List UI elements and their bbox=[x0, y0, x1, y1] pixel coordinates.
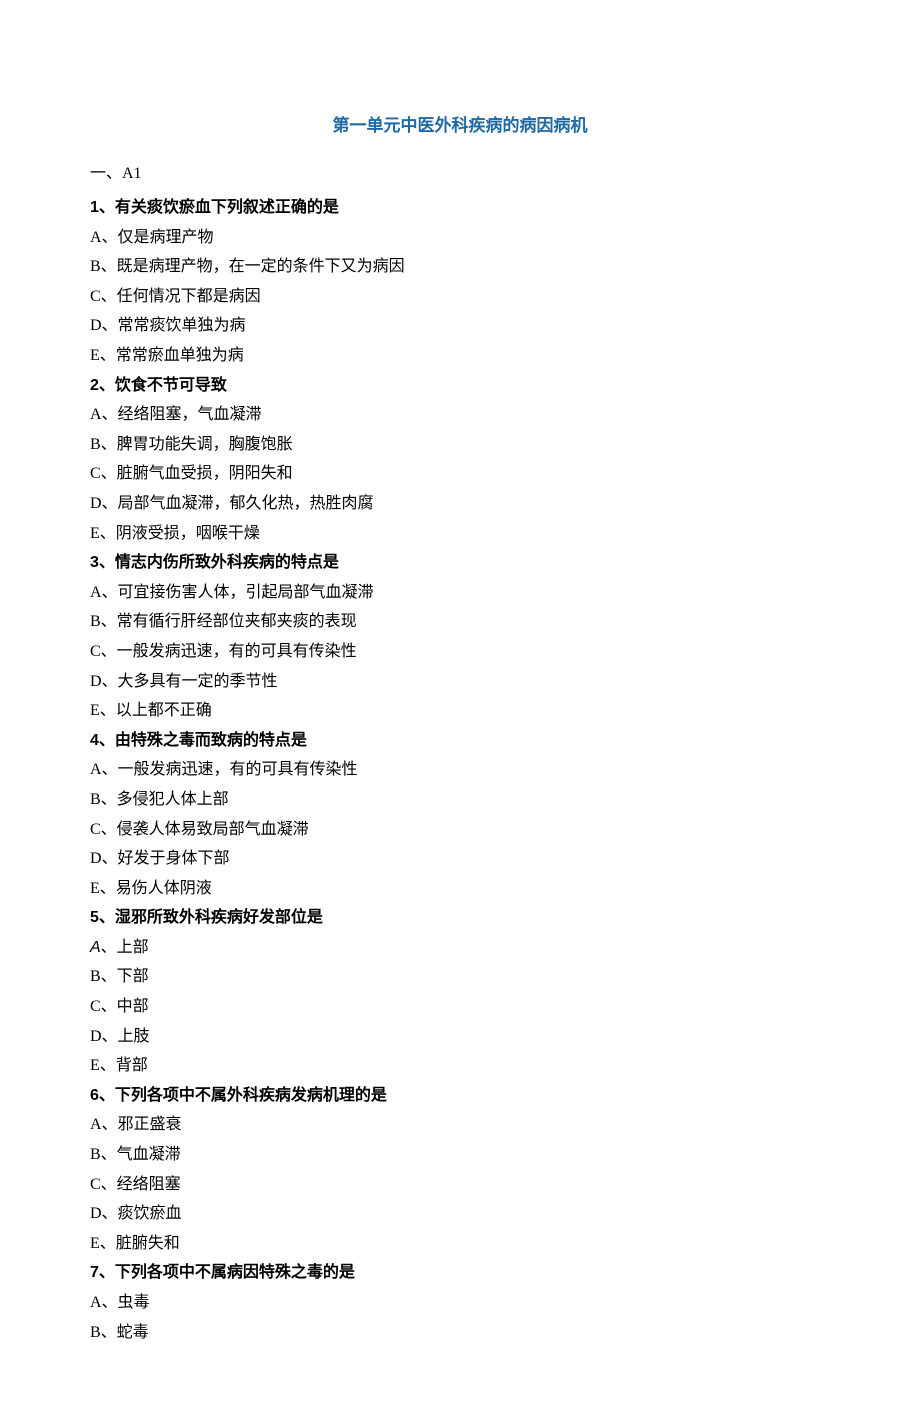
question-stem: 7、下列各项中不属病因特殊之毒的是 bbox=[90, 1258, 830, 1288]
question-stem: 1、有关痰饮瘀血下列叙述正确的是 bbox=[90, 193, 830, 223]
question-text: 由特殊之毒而致病的特点是 bbox=[115, 732, 307, 749]
option-text: A、可宜接伤害人体，引起局部气血凝滞 bbox=[90, 584, 374, 601]
option-text: C、经络阻塞 bbox=[90, 1176, 181, 1193]
answer-option: B、多侵犯人体上部 bbox=[90, 785, 830, 815]
option-text: E、以上都不正确 bbox=[90, 702, 212, 719]
answer-option: E、阴液受损，咽喉干燥 bbox=[90, 519, 830, 549]
question-number: 3 bbox=[90, 554, 99, 571]
answer-option: B、脾胃功能失调，胸腹饱胀 bbox=[90, 430, 830, 460]
questions-container: 1、有关痰饮瘀血下列叙述正确的是 A、仅是病理产物 B、既是病理产物，在一定的条件下… bbox=[90, 193, 830, 1347]
option-text: C、中部 bbox=[90, 998, 149, 1015]
answer-option: D、痰饮瘀血 bbox=[90, 1199, 830, 1229]
answer-option: A、邪正盛衰 bbox=[90, 1110, 830, 1140]
option-text: B、气血凝滞 bbox=[90, 1146, 181, 1163]
answer-option: B、常有循行肝经部位夹郁夹痰的表现 bbox=[90, 607, 830, 637]
answer-option: E、常常瘀血单独为病 bbox=[90, 341, 830, 371]
question-text: 有关痰饮瘀血下列叙述正确的是 bbox=[115, 199, 339, 216]
question-number: 2 bbox=[90, 377, 99, 394]
question-text: 下列各项中不属病因特殊之毒的是 bbox=[115, 1264, 355, 1281]
answer-option: B、气血凝滞 bbox=[90, 1140, 830, 1170]
question-text: 饮食不节可导致 bbox=[115, 377, 227, 394]
option-text: E、阴液受损，咽喉干燥 bbox=[90, 525, 260, 542]
option-text: D、大多具有一定的季节性 bbox=[90, 673, 278, 690]
answer-option: A、一般发病迅速，有的可具有传染性 bbox=[90, 755, 830, 785]
document-title: 第一单元中医外科疾病的病因病机 bbox=[90, 110, 830, 141]
option-text: D、上肢 bbox=[90, 1028, 150, 1045]
question-number: 4 bbox=[90, 732, 99, 749]
answer-option: B、蛇毒 bbox=[90, 1318, 830, 1348]
option-text: B、脾胃功能失调，胸腹饱胀 bbox=[90, 436, 293, 453]
answer-option: D、常常痰饮单独为病 bbox=[90, 311, 830, 341]
question-text: 情志内伤所致外科疾病的特点是 bbox=[115, 554, 339, 571]
option-text: E、背部 bbox=[90, 1057, 148, 1074]
answer-option: E、易伤人体阴液 bbox=[90, 874, 830, 904]
answer-option: E、脏腑失和 bbox=[90, 1229, 830, 1259]
option-text: A、虫毒 bbox=[90, 1294, 150, 1311]
section-label: 一、A1 bbox=[90, 159, 830, 189]
question-text: 下列各项中不属外科疾病发病机理的是 bbox=[115, 1087, 387, 1104]
question-stem: 2、饮食不节可导致 bbox=[90, 371, 830, 401]
question-stem: 3、情志内伤所致外科疾病的特点是 bbox=[90, 548, 830, 578]
answer-option: D、大多具有一定的季节性 bbox=[90, 667, 830, 697]
option-text: A、邪正盛衰 bbox=[90, 1116, 182, 1133]
option-text: E、脏腑失和 bbox=[90, 1235, 180, 1252]
answer-option: B、既是病理产物，在一定的条件下又为病因 bbox=[90, 252, 830, 282]
option-text: A、一般发病迅速，有的可具有传染性 bbox=[90, 761, 358, 778]
question-stem: 5、湿邪所致外科疾病好发部位是 bbox=[90, 903, 830, 933]
option-text: D、好发于身体下部 bbox=[90, 850, 230, 867]
answer-option: D、上肢 bbox=[90, 1022, 830, 1052]
answer-option: C、脏腑气血受损，阴阳失和 bbox=[90, 459, 830, 489]
option-text: 、上部 bbox=[101, 939, 149, 956]
question-number: 5 bbox=[90, 909, 99, 926]
question-text: 湿邪所致外科疾病好发部位是 bbox=[115, 909, 323, 926]
option-text: C、一般发病迅速，有的可具有传染性 bbox=[90, 643, 357, 660]
option-text: B、多侵犯人体上部 bbox=[90, 791, 229, 808]
option-text: B、既是病理产物，在一定的条件下又为病因 bbox=[90, 258, 405, 275]
option-text: D、局部气血凝滞，郁久化热，热胜肉腐 bbox=[90, 495, 374, 512]
question-number: 7 bbox=[90, 1264, 99, 1281]
answer-option: E、背部 bbox=[90, 1051, 830, 1081]
answer-option: C、中部 bbox=[90, 992, 830, 1022]
option-text: C、脏腑气血受损，阴阳失和 bbox=[90, 465, 293, 482]
answer-option: A、经络阻塞，气血凝滞 bbox=[90, 400, 830, 430]
answer-option: A、可宜接伤害人体，引起局部气血凝滞 bbox=[90, 578, 830, 608]
question-number: 6 bbox=[90, 1087, 99, 1104]
option-text: E、易伤人体阴液 bbox=[90, 880, 212, 897]
option-text: D、痰饮瘀血 bbox=[90, 1205, 182, 1222]
option-text: A、经络阻塞，气血凝滞 bbox=[90, 406, 262, 423]
answer-option: E、以上都不正确 bbox=[90, 696, 830, 726]
option-text: C、任何情况下都是病因 bbox=[90, 288, 261, 305]
answer-option: A、仅是病理产物 bbox=[90, 223, 830, 253]
option-text: B、蛇毒 bbox=[90, 1324, 149, 1341]
answer-option: C、任何情况下都是病因 bbox=[90, 282, 830, 312]
answer-option: A、虫毒 bbox=[90, 1288, 830, 1318]
question-number: 1 bbox=[90, 199, 99, 216]
answer-option: D、好发于身体下部 bbox=[90, 844, 830, 874]
answer-option: C、一般发病迅速，有的可具有传染性 bbox=[90, 637, 830, 667]
answer-option: D、局部气血凝滞，郁久化热，热胜肉腐 bbox=[90, 489, 830, 519]
page-content: 第一单元中医外科疾病的病因病机 一、A1 1、有关痰饮瘀血下列叙述正确的是 A、仅… bbox=[0, 0, 920, 1407]
answer-option: A、上部 bbox=[90, 933, 830, 963]
option-text: E、常常瘀血单独为病 bbox=[90, 347, 244, 364]
option-text: B、下部 bbox=[90, 968, 149, 985]
answer-option: B、下部 bbox=[90, 962, 830, 992]
option-text: B、常有循行肝经部位夹郁夹痰的表现 bbox=[90, 613, 357, 630]
answer-option: C、经络阻塞 bbox=[90, 1170, 830, 1200]
option-text: A、仅是病理产物 bbox=[90, 229, 214, 246]
question-stem: 4、由特殊之毒而致病的特点是 bbox=[90, 726, 830, 756]
option-text: D、常常痰饮单独为病 bbox=[90, 317, 246, 334]
question-stem: 6、下列各项中不属外科疾病发病机理的是 bbox=[90, 1081, 830, 1111]
option-letter: A bbox=[90, 939, 101, 956]
option-text: C、侵袭人体易致局部气血凝滞 bbox=[90, 821, 309, 838]
answer-option: C、侵袭人体易致局部气血凝滞 bbox=[90, 815, 830, 845]
